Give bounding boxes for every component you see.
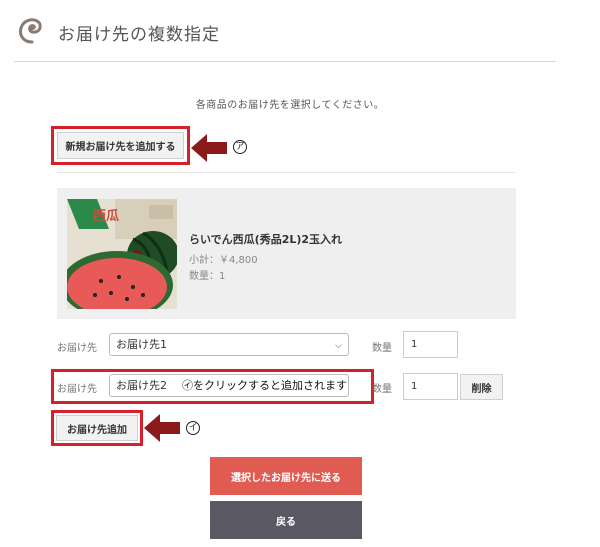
callout-b: イ	[186, 421, 200, 435]
annotation-note: ㋑をクリックすると追加されます	[182, 377, 347, 393]
destination-label: お届け先	[57, 384, 97, 395]
quantity-label: 数量	[372, 343, 392, 354]
swirl-logo-icon	[19, 18, 42, 44]
product-name: らいでん西瓜(秀品2L)2玉入れ	[189, 233, 343, 246]
add-new-address-button[interactable]: 新規お届け先を追加する	[57, 132, 184, 159]
quantity-input[interactable]: 1	[403, 331, 458, 358]
page-title: お届け先の複数指定	[58, 25, 220, 45]
section-divider	[57, 172, 515, 173]
watermelon-image: 西瓜	[67, 199, 177, 309]
delete-button[interactable]: 削除	[460, 374, 503, 400]
product-card: 西瓜 らいでん西瓜(秀品2L)2玉入れ 小計：￥4,800 数量：1	[57, 188, 516, 319]
destination-label: お届け先	[57, 343, 97, 354]
callout-a: ア	[233, 140, 247, 154]
destination-select-value: お届け先1	[116, 338, 167, 351]
title-divider	[14, 61, 556, 62]
destination-select-value: お届け先2	[116, 379, 167, 392]
product-subtotal: 小計：￥4,800	[189, 255, 258, 266]
quantity-label: 数量	[372, 384, 392, 395]
quantity-input[interactable]: 1	[403, 373, 458, 400]
image-box-text: 西瓜	[93, 209, 120, 224]
add-destination-button[interactable]: お届け先追加	[56, 415, 138, 441]
send-to-selected-destinations-button[interactable]: 選択したお届け先に送る	[210, 457, 362, 495]
arrow-left-icon	[191, 134, 227, 162]
watermelon-illustration	[67, 199, 177, 309]
arrow-left-icon	[144, 414, 180, 442]
destination-select[interactable]: お届け先1 ⌵	[109, 333, 349, 356]
product-quantity: 数量：1	[189, 271, 226, 282]
back-button[interactable]: 戻る	[210, 501, 362, 539]
instruction-text: 各商品のお届け先を選択してください。	[195, 100, 385, 111]
chevron-down-icon: ⌵	[335, 341, 342, 351]
